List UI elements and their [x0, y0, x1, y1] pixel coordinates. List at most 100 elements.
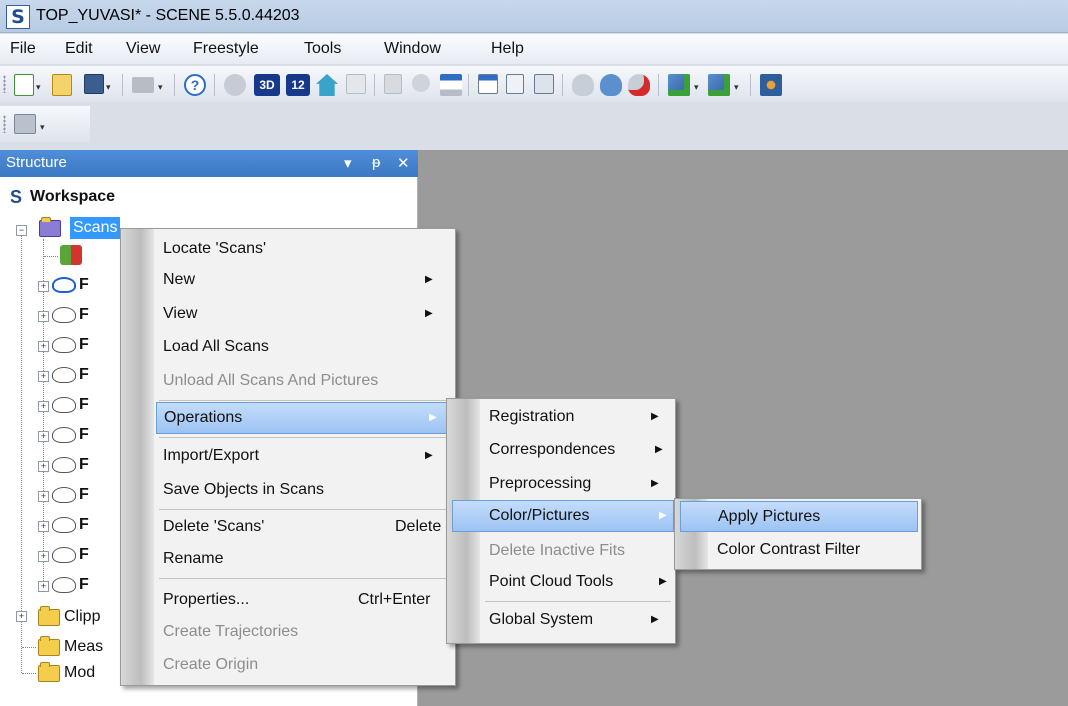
expand-scan-icon[interactable]: +	[38, 551, 49, 562]
camera-icon[interactable]	[14, 114, 36, 134]
menu-item-label: View	[163, 305, 198, 322]
new-dropdown-icon[interactable]: ▾	[36, 82, 41, 93]
expand-scan-icon[interactable]: +	[38, 581, 49, 592]
add-object-dropdown-icon[interactable]: ▾	[734, 82, 739, 93]
print-dropdown-icon[interactable]: ▾	[158, 82, 163, 93]
user-icon[interactable]	[412, 74, 430, 92]
toolbar-grip[interactable]	[3, 75, 6, 93]
menu-item-apply-pictures[interactable]: Apply Pictures	[680, 501, 918, 532]
download-icon[interactable]	[440, 74, 462, 96]
menu-item-color-contrast-filter[interactable]: Color Contrast Filter	[709, 535, 917, 565]
menu-item-new[interactable]: New ▶	[155, 265, 451, 295]
menu-item-view[interactable]: View ▶	[155, 299, 451, 329]
toolbar-grip[interactable]	[3, 115, 6, 133]
layers-icon[interactable]	[534, 74, 554, 94]
menu-item-locate[interactable]: Locate 'Scans'	[155, 234, 451, 264]
submenu-arrow-icon: ▶	[429, 412, 437, 423]
tree-label-clipping[interactable]: Clipp	[64, 606, 100, 628]
menu-item-correspondences[interactable]: Correspondences ▶	[481, 435, 671, 465]
menu-item-global-system[interactable]: Global System ▶	[481, 605, 671, 635]
expand-scan-icon[interactable]: +	[38, 461, 49, 472]
toolbar-separator	[468, 74, 469, 96]
menu-tools[interactable]: Tools	[304, 40, 341, 58]
menu-item-delete[interactable]: Delete 'Scans' Delete	[155, 512, 451, 542]
help-icon[interactable]: ?	[184, 74, 206, 96]
menu-item-preprocessing[interactable]: Preprocessing ▶	[481, 469, 671, 499]
menu-freestyle[interactable]: Freestyle	[193, 40, 259, 58]
expand-clipping-icon[interactable]: +	[16, 611, 27, 622]
open-project-icon[interactable]	[52, 74, 72, 96]
expand-scan-icon[interactable]: +	[38, 281, 49, 292]
tree-label-scan[interactable]: F	[79, 574, 89, 596]
pin-icon[interactable]: ᵽ	[372, 154, 380, 171]
expand-scan-icon[interactable]: +	[38, 431, 49, 442]
panel-dropdown-icon[interactable]: ▾	[344, 154, 352, 172]
menu-help[interactable]: Help	[491, 40, 524, 58]
tree-label-scan[interactable]: F	[79, 394, 89, 416]
tree-label-scan[interactable]: F	[79, 304, 89, 326]
tree-label-scan[interactable]: F	[79, 514, 89, 536]
add-scan-icon[interactable]	[668, 74, 690, 96]
overview-icon[interactable]	[346, 74, 366, 94]
submenu-arrow-icon: ▶	[659, 510, 667, 521]
save-dropdown-icon[interactable]: ▾	[106, 82, 111, 93]
menu-item-unload-all[interactable]: Unload All Scans And Pictures	[155, 366, 451, 396]
expand-scan-icon[interactable]: +	[38, 521, 49, 532]
menu-item-properties[interactable]: Properties... Ctrl+Enter	[155, 585, 451, 615]
save-icon[interactable]	[84, 74, 104, 94]
document-icon[interactable]	[384, 74, 402, 94]
print-icon[interactable]	[132, 77, 154, 93]
tree-label-scan[interactable]: F	[79, 364, 89, 386]
cloud-delete-icon[interactable]	[628, 74, 650, 96]
tree-label-scan[interactable]: F	[79, 544, 89, 566]
tree-label-scan[interactable]: F	[79, 334, 89, 356]
add-object-icon[interactable]	[708, 74, 730, 96]
menu-item-load-all-scans[interactable]: Load All Scans	[155, 332, 451, 362]
scanner-icon[interactable]	[224, 74, 246, 96]
menu-item-create-trajectories[interactable]: Create Trajectories	[155, 617, 451, 647]
menu-item-label: Load All Scans	[163, 338, 269, 355]
menu-window[interactable]: Window	[384, 40, 441, 58]
toolbar-separator	[122, 74, 123, 96]
expand-scan-icon[interactable]: +	[38, 311, 49, 322]
tree-label-scan[interactable]: F	[79, 454, 89, 476]
expand-scan-icon[interactable]: +	[38, 401, 49, 412]
tree-line	[22, 647, 36, 648]
menu-item-operations[interactable]: Operations ▶	[156, 402, 448, 434]
menu-item-rename[interactable]: Rename	[155, 544, 451, 574]
cloud-icon[interactable]	[572, 74, 594, 96]
tree-label-models[interactable]: Mod	[64, 662, 95, 684]
menu-item-label: Global System	[489, 611, 594, 628]
menu-edit[interactable]: Edit	[65, 40, 93, 58]
report-icon[interactable]	[506, 74, 524, 94]
camera-dropdown-icon[interactable]: ▾	[40, 122, 45, 133]
tree-label-scan[interactable]: F	[79, 484, 89, 506]
close-icon[interactable]: ✕	[397, 154, 410, 172]
menu-file[interactable]: File	[10, 40, 36, 58]
expand-scan-icon[interactable]: +	[38, 371, 49, 382]
collapse-scans-icon[interactable]: −	[16, 225, 27, 236]
navigation-icon[interactable]	[760, 74, 782, 96]
tree-node-scans[interactable]: Scans	[70, 217, 121, 239]
menu-item-color-pictures[interactable]: Color/Pictures ▶	[452, 500, 674, 532]
new-document-icon[interactable]	[14, 74, 34, 96]
menu-item-create-origin[interactable]: Create Origin	[155, 650, 451, 680]
expand-scan-icon[interactable]: +	[38, 341, 49, 352]
menu-item-point-cloud-tools[interactable]: Point Cloud Tools ▶	[481, 567, 671, 597]
view-planar-button[interactable]: 12	[286, 74, 310, 96]
menu-item-delete-inactive-fits[interactable]: Delete Inactive Fits	[481, 536, 671, 566]
expand-scan-icon[interactable]: +	[38, 491, 49, 502]
menu-item-import-export[interactable]: Import/Export ▶	[155, 441, 451, 471]
home-icon[interactable]	[316, 74, 338, 96]
view-3d-button[interactable]: 3D	[254, 74, 280, 96]
menu-view[interactable]: View	[126, 40, 160, 58]
tree-label-measurements[interactable]: Meas	[64, 636, 103, 658]
tree-label-scan[interactable]: F	[79, 274, 89, 296]
tree-label-scan[interactable]: F	[79, 424, 89, 446]
menu-item-save-objects[interactable]: Save Objects in Scans	[155, 475, 451, 505]
cloud-upload-icon[interactable]	[600, 74, 622, 96]
menu-item-registration[interactable]: Registration ▶	[481, 402, 671, 432]
menu-shortcut: Ctrl+Enter	[358, 591, 431, 608]
calendar-icon[interactable]	[478, 74, 498, 94]
add-scan-dropdown-icon[interactable]: ▾	[694, 82, 699, 93]
